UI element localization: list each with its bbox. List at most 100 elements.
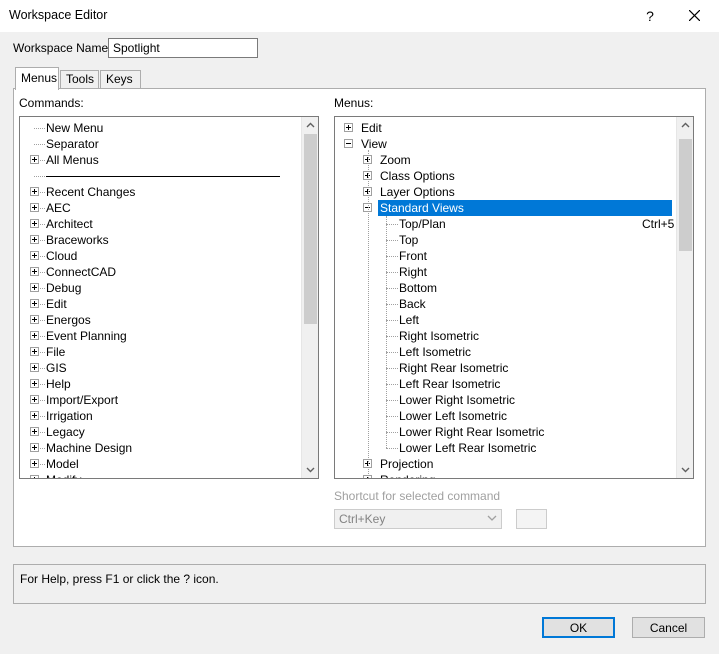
shortcut-combo[interactable]: Ctrl+Key — [334, 509, 502, 529]
ok-button[interactable]: OK — [542, 617, 615, 638]
expand-plus-icon[interactable] — [30, 299, 39, 308]
menus-tree-item[interactable]: Left Rear Isometric — [399, 376, 500, 392]
menus-tree-item[interactable]: Top/Plan — [399, 216, 446, 232]
menus-tree-item[interactable]: Front — [399, 248, 427, 264]
expand-plus-icon[interactable] — [30, 475, 39, 478]
menus-tree-item[interactable]: Left Isometric — [399, 344, 471, 360]
menus-tree-item[interactable]: Bottom — [399, 280, 437, 296]
expand-plus-icon[interactable] — [30, 203, 39, 212]
commands-tree-item[interactable]: New Menu — [46, 120, 103, 136]
commands-tree-item[interactable]: Edit — [46, 296, 67, 312]
commands-tree-item[interactable]: File — [46, 344, 65, 360]
commands-scrollbar[interactable] — [301, 117, 318, 478]
workspace-name-label: Workspace Name: — [13, 41, 112, 55]
expand-plus-icon[interactable] — [30, 395, 39, 404]
menus-tree-item[interactable]: Lower Right Rear Isometric — [399, 424, 544, 440]
expand-plus-icon[interactable] — [30, 187, 39, 196]
help-button[interactable]: ? — [636, 3, 664, 29]
menus-tree-item[interactable]: Layer Options — [380, 184, 455, 200]
tab-tools[interactable]: Tools — [60, 70, 99, 89]
tree-connector — [40, 416, 45, 417]
commands-tree-item[interactable]: Legacy — [46, 424, 85, 440]
menus-tree-item[interactable]: Lower Right Isometric — [399, 392, 515, 408]
tree-connector — [40, 368, 45, 369]
menus-tree-item[interactable]: Projection — [380, 456, 433, 472]
menus-tree-item-selected[interactable]: Standard Views — [378, 200, 672, 216]
commands-tree-item[interactable]: Recent Changes — [46, 184, 135, 200]
expand-plus-icon[interactable] — [30, 251, 39, 260]
commands-tree-item[interactable]: Event Planning — [46, 328, 127, 344]
scroll-down-icon[interactable] — [306, 465, 315, 474]
menus-tree-item[interactable]: Top — [399, 232, 418, 248]
menus-scroll-thumb[interactable] — [679, 139, 692, 251]
menus-tree-item[interactable]: Left — [399, 312, 419, 328]
menus-tree-item[interactable]: Rendering — [380, 472, 435, 478]
cancel-button[interactable]: Cancel — [632, 617, 705, 638]
tree-connector — [386, 400, 398, 401]
commands-tree-item[interactable]: Irrigation — [46, 408, 93, 424]
menus-tree[interactable]: Edit View Zoom Class Options Layer Options St… — [334, 116, 694, 479]
scroll-up-icon[interactable] — [681, 121, 690, 130]
commands-tree-item[interactable]: Debug — [46, 280, 81, 296]
commands-tree-item[interactable]: Braceworks — [46, 232, 109, 248]
commands-tree-item[interactable]: Separator — [46, 136, 99, 152]
menus-tree-item[interactable]: Edit — [361, 120, 382, 136]
expand-plus-icon[interactable] — [30, 283, 39, 292]
workspace-name-input[interactable] — [108, 38, 258, 58]
menus-tree-item[interactable]: Zoom — [380, 152, 411, 168]
commands-tree-item[interactable]: Energos — [46, 312, 91, 328]
tree-connector — [386, 432, 398, 433]
commands-tree-item[interactable]: AEC — [46, 200, 71, 216]
tree-connector — [40, 192, 45, 193]
menus-tree-item[interactable]: View — [361, 136, 387, 152]
commands-tree-item[interactable]: Model — [46, 456, 79, 472]
expand-plus-icon[interactable] — [30, 411, 39, 420]
menus-tree-item[interactable]: Right Isometric — [399, 328, 479, 344]
scroll-up-icon[interactable] — [306, 121, 315, 130]
expand-plus-icon[interactable] — [30, 155, 39, 164]
tree-connector — [40, 352, 45, 353]
expand-plus-icon[interactable] — [30, 443, 39, 452]
commands-tree-item[interactable]: Modify — [46, 472, 81, 478]
expand-plus-icon[interactable] — [30, 267, 39, 276]
commands-tree-item[interactable]: Cloud — [46, 248, 77, 264]
commands-tree-item[interactable]: Help — [46, 376, 71, 392]
expand-plus-icon[interactable] — [30, 347, 39, 356]
expand-plus-icon[interactable] — [30, 315, 39, 324]
expand-plus-icon[interactable] — [30, 219, 39, 228]
expand-plus-icon[interactable] — [30, 235, 39, 244]
commands-scroll-thumb[interactable] — [304, 134, 317, 324]
expand-plus-icon[interactable] — [30, 379, 39, 388]
tab-keys[interactable]: Keys — [100, 70, 141, 89]
expand-plus-icon[interactable] — [30, 363, 39, 372]
tree-connector — [386, 272, 398, 273]
tree-connector — [40, 432, 45, 433]
commands-tree-item[interactable]: All Menus — [46, 152, 99, 168]
tab-menus[interactable]: Menus — [15, 67, 59, 90]
menus-scrollbar[interactable] — [676, 117, 693, 478]
close-button[interactable] — [676, 3, 714, 29]
expand-plus-icon[interactable] — [30, 427, 39, 436]
commands-tree-item[interactable]: Import/Export — [46, 392, 118, 408]
menus-tree-item[interactable]: Right — [399, 264, 427, 280]
menus-tree-item[interactable]: Lower Left Isometric — [399, 408, 507, 424]
scroll-down-icon[interactable] — [681, 465, 690, 474]
menus-tree-item[interactable]: Lower Left Rear Isometric — [399, 440, 536, 456]
menus-tree-item[interactable]: Class Options — [380, 168, 455, 184]
tree-connector — [40, 160, 45, 161]
tree-connector — [40, 208, 45, 209]
menus-tree-item[interactable]: Back — [399, 296, 426, 312]
commands-tree-item[interactable]: Architect — [46, 216, 93, 232]
commands-tree-item[interactable]: Machine Design — [46, 440, 132, 456]
commands-tree-item[interactable]: ConnectCAD — [46, 264, 116, 280]
commands-tree-item[interactable]: GIS — [46, 360, 67, 376]
expand-plus-icon[interactable] — [30, 331, 39, 340]
shortcut-key-button[interactable] — [516, 509, 547, 529]
tree-connector — [386, 288, 398, 289]
tree-connector — [40, 400, 45, 401]
menus-tree-item[interactable]: Right Rear Isometric — [399, 360, 508, 376]
expand-plus-icon[interactable] — [344, 123, 353, 132]
commands-tree[interactable]: New Menu Separator All Menus Recent Changes… — [19, 116, 319, 479]
expand-plus-icon[interactable] — [30, 459, 39, 468]
collapse-minus-icon[interactable] — [344, 139, 353, 148]
